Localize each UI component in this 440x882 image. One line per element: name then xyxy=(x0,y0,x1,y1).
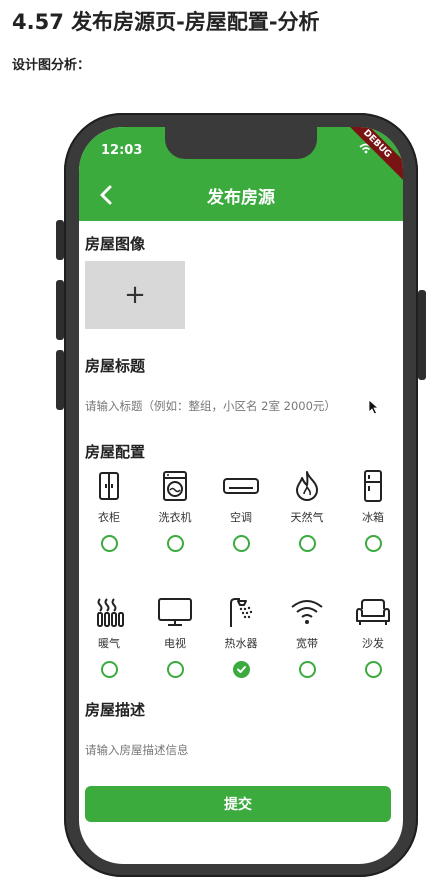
config-item-sofa[interactable]: 沙发 xyxy=(343,595,403,678)
wardrobe-icon xyxy=(99,472,119,500)
description-section-title: 房屋描述 xyxy=(85,701,146,719)
config-checkbox[interactable] xyxy=(298,535,316,552)
status-time: 12:03 xyxy=(101,143,143,158)
config-section-title: 房屋配置 xyxy=(85,443,146,461)
water-heater-icon xyxy=(230,598,253,627)
title-section-title: 房屋标题 xyxy=(85,357,146,375)
config-item-wardrobe[interactable]: 衣柜 xyxy=(79,469,139,552)
config-label: 沙发 xyxy=(362,637,384,650)
config-label: 空调 xyxy=(230,511,252,524)
phone-screen: 12:03 DEBUG 发布房源 房屋图像 + 房屋标题 请输入标题（例如：整组… xyxy=(79,127,403,864)
check-icon xyxy=(236,666,246,673)
plus-icon: + xyxy=(124,280,146,310)
config-item-washing-machine[interactable]: 洗衣机 xyxy=(145,469,205,552)
tv-icon xyxy=(158,598,192,626)
fridge-icon xyxy=(364,470,382,502)
config-item-tv[interactable]: 电视 xyxy=(145,595,205,678)
mouse-cursor-icon xyxy=(368,399,380,415)
config-checkbox[interactable] xyxy=(364,661,382,678)
phone-frame: 12:03 DEBUG 发布房源 房屋图像 + 房屋标题 请输入标题（例如：整组… xyxy=(64,113,418,877)
config-label: 衣柜 xyxy=(98,511,120,524)
config-label: 热水器 xyxy=(224,637,258,650)
washing-machine-icon xyxy=(163,471,187,501)
app-bar: 12:03 DEBUG 发布房源 xyxy=(79,127,403,221)
gas-flame-icon xyxy=(296,471,318,501)
phone-side-button xyxy=(56,220,64,260)
sofa-icon xyxy=(356,599,390,625)
config-checkbox[interactable] xyxy=(166,535,184,552)
image-section-title: 房屋图像 xyxy=(85,235,146,253)
config-label: 天然气 xyxy=(290,511,324,524)
document-subtitle: 设计图分析： xyxy=(12,58,91,73)
config-label: 电视 xyxy=(164,637,186,650)
heater-icon xyxy=(97,598,124,627)
wifi-icon xyxy=(291,600,323,624)
config-checkbox[interactable] xyxy=(100,535,118,552)
phone-notch xyxy=(165,127,317,159)
config-item-air-conditioner[interactable]: 空调 xyxy=(211,469,271,552)
description-input[interactable]: 请输入房屋描述信息 xyxy=(85,742,189,758)
title-input[interactable]: 请输入标题（例如：整组，小区名 2室 2000元） xyxy=(85,398,336,414)
config-item-heater[interactable]: 暖气 xyxy=(79,595,139,678)
submit-button[interactable]: 提交 xyxy=(85,786,391,822)
config-label: 洗衣机 xyxy=(158,511,192,524)
config-item-water-heater[interactable]: 热水器 xyxy=(211,595,271,678)
config-checkbox[interactable] xyxy=(364,535,382,552)
air-conditioner-icon xyxy=(223,478,259,494)
phone-side-button xyxy=(56,280,64,340)
config-checkbox-checked[interactable] xyxy=(232,661,250,678)
phone-side-button xyxy=(418,290,426,380)
config-label: 暖气 xyxy=(98,637,120,650)
config-label: 冰箱 xyxy=(362,511,384,524)
page-title: 发布房源 xyxy=(207,188,275,208)
config-item-fridge[interactable]: 冰箱 xyxy=(343,469,403,552)
add-image-button[interactable]: + xyxy=(85,261,185,329)
config-checkbox[interactable] xyxy=(298,661,316,678)
config-label: 宽带 xyxy=(296,637,318,650)
phone-side-button xyxy=(56,350,64,410)
config-checkbox[interactable] xyxy=(166,661,184,678)
config-item-broadband[interactable]: 宽带 xyxy=(277,595,337,678)
config-item-gas[interactable]: 天然气 xyxy=(277,469,337,552)
config-checkbox[interactable] xyxy=(100,661,118,678)
document-title: 4.57 发布房源页-房屋配置-分析 xyxy=(12,10,320,34)
config-checkbox[interactable] xyxy=(232,535,250,552)
